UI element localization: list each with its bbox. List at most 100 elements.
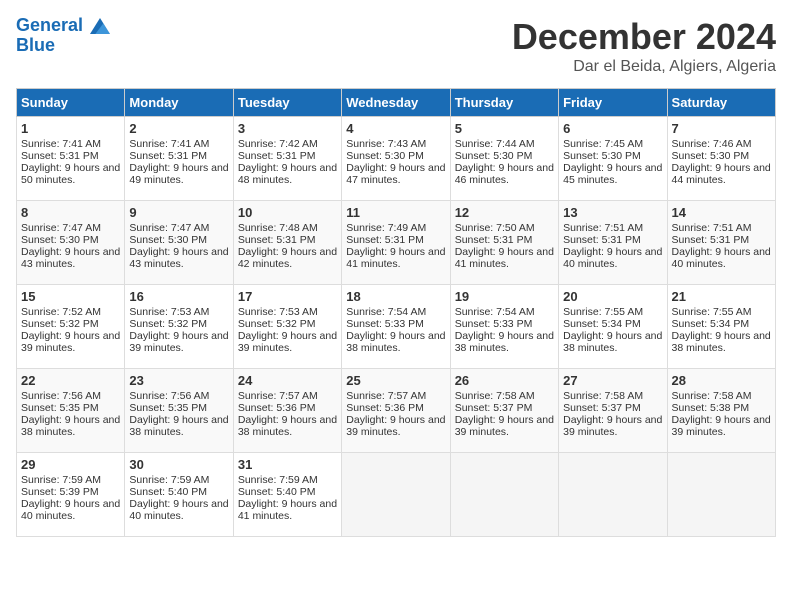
sunrise-label: Sunrise: 7:46 AM xyxy=(672,138,752,150)
daylight-label: Daylight: 9 hours and 39 minutes. xyxy=(672,414,771,438)
sunset-label: Sunset: 5:30 PM xyxy=(672,150,750,162)
daylight-label: Daylight: 9 hours and 46 minutes. xyxy=(455,162,554,186)
sunset-label: Sunset: 5:35 PM xyxy=(129,402,207,414)
daylight-label: Daylight: 9 hours and 41 minutes. xyxy=(455,246,554,270)
sunrise-label: Sunrise: 7:47 AM xyxy=(21,222,101,234)
sunset-label: Sunset: 5:32 PM xyxy=(129,318,207,330)
calendar-cell: 25 Sunrise: 7:57 AM Sunset: 5:36 PM Dayl… xyxy=(342,369,450,453)
calendar-cell: 22 Sunrise: 7:56 AM Sunset: 5:35 PM Dayl… xyxy=(17,369,125,453)
sunrise-label: Sunrise: 7:59 AM xyxy=(238,474,318,486)
calendar-cell: 11 Sunrise: 7:49 AM Sunset: 5:31 PM Dayl… xyxy=(342,201,450,285)
sunset-label: Sunset: 5:35 PM xyxy=(21,402,99,414)
daylight-label: Daylight: 9 hours and 39 minutes. xyxy=(455,414,554,438)
daylight-label: Daylight: 9 hours and 45 minutes. xyxy=(563,162,662,186)
day-number: 14 xyxy=(672,205,771,220)
calendar-cell: 15 Sunrise: 7:52 AM Sunset: 5:32 PM Dayl… xyxy=(17,285,125,369)
day-header-saturday: Saturday xyxy=(667,89,775,117)
day-number: 18 xyxy=(346,289,445,304)
sunrise-label: Sunrise: 7:48 AM xyxy=(238,222,318,234)
sunrise-label: Sunrise: 7:56 AM xyxy=(21,390,101,402)
sunrise-label: Sunrise: 7:53 AM xyxy=(238,306,318,318)
day-number: 2 xyxy=(129,121,228,136)
day-number: 9 xyxy=(129,205,228,220)
daylight-label: Daylight: 9 hours and 47 minutes. xyxy=(346,162,445,186)
sunrise-label: Sunrise: 7:44 AM xyxy=(455,138,535,150)
calendar-cell: 21 Sunrise: 7:55 AM Sunset: 5:34 PM Dayl… xyxy=(667,285,775,369)
daylight-label: Daylight: 9 hours and 38 minutes. xyxy=(21,414,120,438)
calendar-cell: 6 Sunrise: 7:45 AM Sunset: 5:30 PM Dayli… xyxy=(559,117,667,201)
daylight-label: Daylight: 9 hours and 41 minutes. xyxy=(346,246,445,270)
sunrise-label: Sunrise: 7:58 AM xyxy=(563,390,643,402)
sunset-label: Sunset: 5:40 PM xyxy=(129,486,207,498)
sunset-label: Sunset: 5:31 PM xyxy=(455,234,533,246)
calendar-week-2: 8 Sunrise: 7:47 AM Sunset: 5:30 PM Dayli… xyxy=(17,201,776,285)
day-header-thursday: Thursday xyxy=(450,89,558,117)
calendar-cell: 4 Sunrise: 7:43 AM Sunset: 5:30 PM Dayli… xyxy=(342,117,450,201)
calendar-cell xyxy=(667,453,775,537)
day-number: 30 xyxy=(129,457,228,472)
sunset-label: Sunset: 5:33 PM xyxy=(346,318,424,330)
day-header-tuesday: Tuesday xyxy=(233,89,341,117)
day-header-friday: Friday xyxy=(559,89,667,117)
calendar-cell: 13 Sunrise: 7:51 AM Sunset: 5:31 PM Dayl… xyxy=(559,201,667,285)
calendar-cell: 10 Sunrise: 7:48 AM Sunset: 5:31 PM Dayl… xyxy=(233,201,341,285)
logo: General Blue xyxy=(16,16,110,56)
sunset-label: Sunset: 5:30 PM xyxy=(563,150,641,162)
day-number: 22 xyxy=(21,373,120,388)
calendar-cell xyxy=(559,453,667,537)
calendar-cell: 16 Sunrise: 7:53 AM Sunset: 5:32 PM Dayl… xyxy=(125,285,233,369)
sunset-label: Sunset: 5:34 PM xyxy=(563,318,641,330)
day-number: 7 xyxy=(672,121,771,136)
day-number: 24 xyxy=(238,373,337,388)
calendar-cell: 24 Sunrise: 7:57 AM Sunset: 5:36 PM Dayl… xyxy=(233,369,341,453)
sunset-label: Sunset: 5:38 PM xyxy=(672,402,750,414)
calendar-cell: 29 Sunrise: 7:59 AM Sunset: 5:39 PM Dayl… xyxy=(17,453,125,537)
sunrise-label: Sunrise: 7:50 AM xyxy=(455,222,535,234)
day-number: 11 xyxy=(346,205,445,220)
sunrise-label: Sunrise: 7:42 AM xyxy=(238,138,318,150)
calendar-cell: 28 Sunrise: 7:58 AM Sunset: 5:38 PM Dayl… xyxy=(667,369,775,453)
calendar-cell: 14 Sunrise: 7:51 AM Sunset: 5:31 PM Dayl… xyxy=(667,201,775,285)
day-number: 23 xyxy=(129,373,228,388)
sunset-label: Sunset: 5:32 PM xyxy=(238,318,316,330)
sunrise-label: Sunrise: 7:54 AM xyxy=(346,306,426,318)
sunrise-label: Sunrise: 7:51 AM xyxy=(563,222,643,234)
page-header: General Blue December 2024 Dar el Beida,… xyxy=(16,16,776,76)
daylight-label: Daylight: 9 hours and 50 minutes. xyxy=(21,162,120,186)
day-number: 1 xyxy=(21,121,120,136)
day-number: 28 xyxy=(672,373,771,388)
logo-icon xyxy=(90,16,110,36)
calendar-cell: 3 Sunrise: 7:42 AM Sunset: 5:31 PM Dayli… xyxy=(233,117,341,201)
sunrise-label: Sunrise: 7:41 AM xyxy=(21,138,101,150)
sunrise-label: Sunrise: 7:49 AM xyxy=(346,222,426,234)
sunset-label: Sunset: 5:30 PM xyxy=(129,234,207,246)
calendar-cell: 26 Sunrise: 7:58 AM Sunset: 5:37 PM Dayl… xyxy=(450,369,558,453)
sunrise-label: Sunrise: 7:56 AM xyxy=(129,390,209,402)
sunset-label: Sunset: 5:31 PM xyxy=(672,234,750,246)
calendar-cell: 31 Sunrise: 7:59 AM Sunset: 5:40 PM Dayl… xyxy=(233,453,341,537)
sunset-label: Sunset: 5:30 PM xyxy=(455,150,533,162)
day-header-monday: Monday xyxy=(125,89,233,117)
location: Dar el Beida, Algiers, Algeria xyxy=(512,58,776,76)
day-number: 13 xyxy=(563,205,662,220)
sunset-label: Sunset: 5:37 PM xyxy=(563,402,641,414)
sunrise-label: Sunrise: 7:57 AM xyxy=(238,390,318,402)
day-number: 3 xyxy=(238,121,337,136)
sunset-label: Sunset: 5:30 PM xyxy=(21,234,99,246)
day-number: 25 xyxy=(346,373,445,388)
daylight-label: Daylight: 9 hours and 38 minutes. xyxy=(563,330,662,354)
sunset-label: Sunset: 5:31 PM xyxy=(563,234,641,246)
sunrise-label: Sunrise: 7:51 AM xyxy=(672,222,752,234)
sunset-label: Sunset: 5:31 PM xyxy=(238,150,316,162)
sunrise-label: Sunrise: 7:54 AM xyxy=(455,306,535,318)
sunrise-label: Sunrise: 7:53 AM xyxy=(129,306,209,318)
calendar-cell: 7 Sunrise: 7:46 AM Sunset: 5:30 PM Dayli… xyxy=(667,117,775,201)
calendar-cell: 18 Sunrise: 7:54 AM Sunset: 5:33 PM Dayl… xyxy=(342,285,450,369)
day-number: 6 xyxy=(563,121,662,136)
daylight-label: Daylight: 9 hours and 38 minutes. xyxy=(129,414,228,438)
daylight-label: Daylight: 9 hours and 38 minutes. xyxy=(455,330,554,354)
day-number: 16 xyxy=(129,289,228,304)
day-number: 26 xyxy=(455,373,554,388)
daylight-label: Daylight: 9 hours and 48 minutes. xyxy=(238,162,337,186)
daylight-label: Daylight: 9 hours and 44 minutes. xyxy=(672,162,771,186)
